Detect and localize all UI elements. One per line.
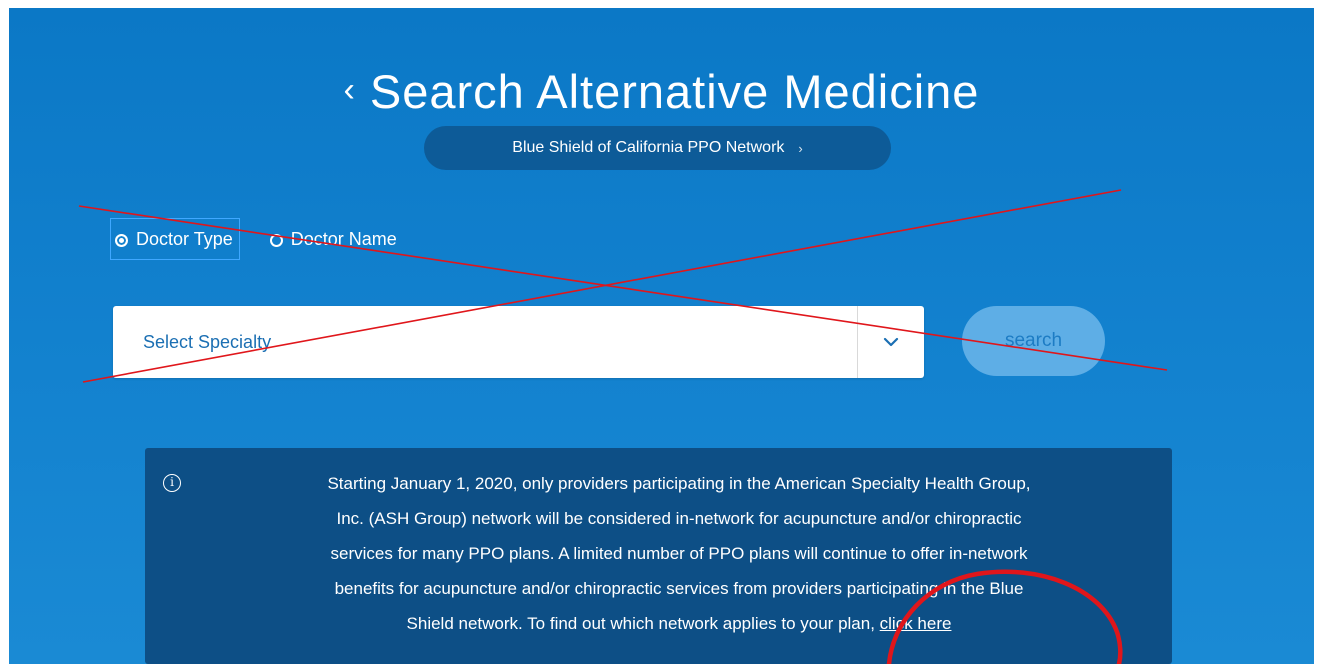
radio-selected-icon — [115, 233, 128, 247]
notice-line: Starting January 1, 2020, only providers… — [327, 474, 1031, 493]
notice-line: services for many PPO plans. A limited n… — [330, 544, 1028, 563]
radio-label: Doctor Type — [136, 228, 233, 249]
chevron-right-icon: › — [798, 140, 803, 156]
network-label: Blue Shield of California PPO Network — [512, 139, 785, 156]
notice-line: Inc. (ASH Group) network will be conside… — [336, 509, 1022, 528]
radio-doctor-name[interactable]: Doctor Name — [266, 218, 403, 260]
page-title: Search Alternative Medicine — [369, 65, 980, 118]
notice-line: benefits for acupuncture and/or chiropra… — [334, 579, 1024, 598]
network-selector-button[interactable]: Blue Shield of California PPO Network › — [424, 126, 891, 170]
network-notice: i Starting January 1, 2020, only provide… — [145, 448, 1172, 664]
search-button[interactable]: search — [962, 306, 1105, 376]
radio-unselected-icon — [269, 233, 283, 247]
specialty-select[interactable]: Select Specialty — [113, 306, 924, 378]
specialty-select-value: Select Specialty — [143, 331, 272, 352]
click-here-link[interactable]: click here — [880, 614, 952, 633]
search-mode-radio-group: Doctor Type Doctor Name — [110, 218, 403, 260]
notice-text: Starting January 1, 2020, only providers… — [199, 466, 1159, 641]
search-panel: ‹ Search Alternative Medicine Blue Shiel… — [9, 8, 1314, 664]
page-header: ‹ Search Alternative Medicine — [9, 64, 1314, 119]
radio-label: Doctor Name — [290, 228, 397, 249]
notice-line-prefix: Shield network. To find out which networ… — [406, 614, 880, 633]
back-chevron-icon[interactable]: ‹ — [344, 73, 356, 107]
notice-line-last: Shield network. To find out which networ… — [199, 606, 1159, 641]
info-icon: i — [163, 474, 181, 492]
chevron-down-icon[interactable] — [857, 306, 924, 378]
radio-doctor-type[interactable]: Doctor Type — [110, 218, 240, 260]
